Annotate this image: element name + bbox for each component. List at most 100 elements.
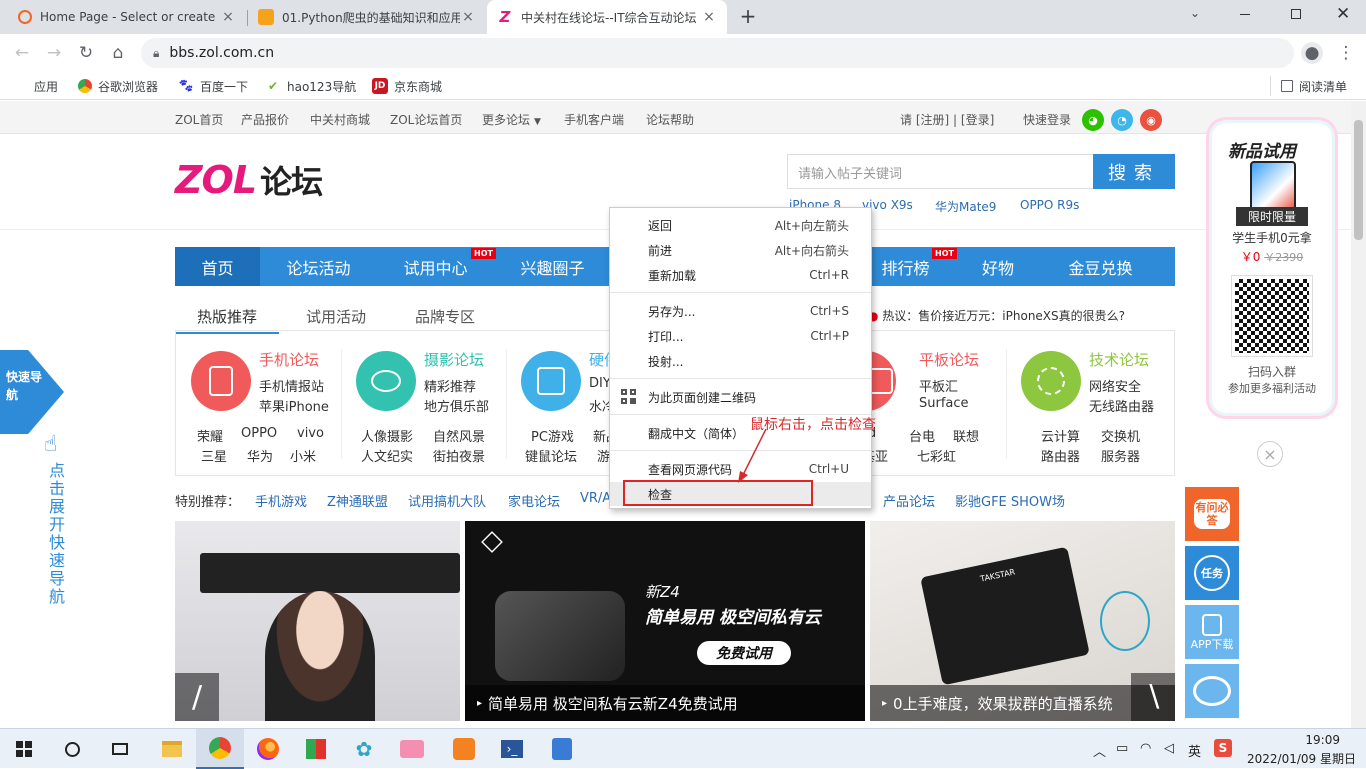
nav-good-stuff[interactable]: 好物 <box>963 247 1033 286</box>
hot-keyword[interactable]: 华为Mate9 <box>935 198 996 215</box>
forum-sub-link[interactable]: 精彩推荐 <box>424 376 476 395</box>
forum-tag-link[interactable]: 街拍夜景 <box>433 446 485 465</box>
tab-search-icon[interactable]: ⌄ <box>1190 6 1200 20</box>
close-icon[interactable]: × <box>220 9 236 25</box>
forum-title[interactable]: 技术论坛 <box>1089 349 1149 370</box>
expand-quick-nav-text[interactable]: 点击展开快速导航 <box>49 462 67 606</box>
zol-forum-logo[interactable]: ZOL 论坛 <box>175 157 323 203</box>
tab-home-page[interactable]: Home Page - Select or create × <box>8 0 246 34</box>
volume-icon[interactable]: ◁ <box>1164 741 1174 756</box>
bookmark-hao123[interactable]: ✔ hao123导航 <box>265 76 356 96</box>
nav-home[interactable]: 首页 <box>175 247 260 286</box>
phone-icon[interactable] <box>191 351 251 411</box>
clock-time[interactable]: 19:09 <box>1240 733 1340 747</box>
flower-app-taskbar-button[interactable]: ✿ <box>340 729 388 769</box>
ime-language[interactable]: 英 <box>1188 741 1201 760</box>
forum-title[interactable]: 摄影论坛 <box>424 349 484 370</box>
special-link[interactable]: 手机游戏 <box>255 491 307 510</box>
minimize-button[interactable] <box>1240 14 1250 15</box>
bookmark-chrome[interactable]: 谷歌浏览器 <box>78 76 158 96</box>
task-button[interactable]: 任务 <box>1185 546 1239 600</box>
promo-close-button[interactable]: × <box>1257 441 1283 467</box>
start-button[interactable] <box>0 729 48 769</box>
scrollbar-thumb[interactable] <box>1354 120 1363 240</box>
battery-icon[interactable]: ▭ <box>1116 741 1128 756</box>
forum-tag-link[interactable]: 小米 <box>290 446 316 465</box>
special-link[interactable]: Z神通联盟 <box>327 491 388 510</box>
tray-chevron-icon[interactable]: ︿ <box>1093 741 1106 760</box>
forum-tag-link[interactable]: 七彩虹 <box>917 446 956 465</box>
bookmark-apps[interactable]: 应用 <box>14 76 58 96</box>
topnav-more-forums[interactable]: 更多论坛 ▼ <box>482 111 541 128</box>
reload-icon[interactable]: ↻ <box>75 42 97 64</box>
address-bar[interactable]: 🔒︎ bbs.zol.com.cn <box>141 38 1294 68</box>
weibo-icon[interactable]: ◉ <box>1140 109 1162 131</box>
clock-date[interactable]: 2022/01/09 星期日 <box>1232 750 1356 767</box>
menu-item-save-as[interactable]: 另存为... Ctrl+S <box>610 299 871 323</box>
forum-tag-link[interactable]: 三星 <box>201 446 227 465</box>
menu-item-forward[interactable]: 前进 Alt+向右箭头 <box>610 238 871 262</box>
hot-keyword[interactable]: OPPO R9s <box>1020 198 1079 212</box>
topnav-help[interactable]: 论坛帮助 <box>646 111 694 128</box>
special-link[interactable]: 影驰GFE SHOW场 <box>955 491 1065 510</box>
sogou-ime-icon[interactable]: S <box>1214 739 1232 757</box>
home-icon[interactable]: ⌂ <box>107 42 129 64</box>
forum-tag-link[interactable]: 交换机 <box>1101 426 1140 445</box>
forum-tag-link[interactable]: 人文纪实 <box>361 446 413 465</box>
forward-arrow-icon[interactable]: → <box>43 42 65 64</box>
topnav-price[interactable]: 产品报价 <box>241 111 289 128</box>
bilibili-taskbar-button[interactable] <box>388 729 436 769</box>
special-link[interactable]: VR/A <box>580 491 611 506</box>
nav-forum-activity[interactable]: 论坛活动 <box>260 247 377 286</box>
pdf-taskbar-button[interactable] <box>440 729 488 769</box>
forum-tag-link[interactable]: 台电 <box>909 426 935 445</box>
new-product-trial-promo[interactable]: 新品试用 限时限量 学生手机0元拿 ￥0 ￥2390 扫码入群 参加更多福利活动 <box>1212 123 1332 413</box>
forum-tag-link[interactable]: 华为 <box>247 446 273 465</box>
forum-sub-link[interactable]: 地方俱乐部 <box>424 396 489 415</box>
search-circle-button[interactable] <box>48 729 96 769</box>
forum-tag-link[interactable]: 键鼠论坛 <box>525 446 577 465</box>
window-close-button[interactable]: ✕ <box>1336 4 1350 24</box>
forum-sub-link[interactable]: Surface <box>919 396 969 411</box>
new-tab-button[interactable]: + <box>737 5 759 27</box>
forum-tag-link[interactable]: vivo <box>297 426 324 441</box>
forum-sub-link[interactable]: 手机情报站 <box>259 376 324 395</box>
forum-tag-link[interactable]: 路由器 <box>1041 446 1080 465</box>
bookmark-jd[interactable]: JD 京东商城 <box>372 76 442 96</box>
wps-taskbar-button[interactable] <box>292 729 340 769</box>
bookmark-baidu[interactable]: 🐾︎ 百度一下 <box>178 76 248 96</box>
news-taskbar-button[interactable] <box>538 729 586 769</box>
banner-live-system[interactable]: TAKSTAR ▸ 0上手难度，效果拔群的直播系统 ∖ <box>870 521 1175 721</box>
qq-icon[interactable]: ◔ <box>1111 109 1133 131</box>
quick-nav-tab[interactable]: 快速导航 <box>0 350 64 434</box>
file-explorer-button[interactable] <box>148 729 196 769</box>
forum-tag-link[interactable]: OPPO <box>241 426 277 441</box>
task-view-button[interactable] <box>96 729 144 769</box>
chrome-taskbar-button[interactable] <box>196 729 244 769</box>
forum-tag-link[interactable]: 服务器 <box>1101 446 1140 465</box>
menu-item-print[interactable]: 打印... Ctrl+P <box>610 324 871 348</box>
weibo-side-button[interactable] <box>1185 664 1239 718</box>
ask-answer-button[interactable]: 有问必答 <box>1185 487 1239 541</box>
forum-title[interactable]: 平板论坛 <box>919 349 979 370</box>
topnav-zol-home[interactable]: ZOL首页 <box>175 111 223 128</box>
forum-sub-link[interactable]: 网络安全 <box>1089 376 1141 395</box>
gear-icon[interactable] <box>1021 351 1081 411</box>
wechat-icon[interactable]: ◕ <box>1082 109 1104 131</box>
powershell-taskbar-button[interactable]: ›_ <box>488 729 536 769</box>
special-link[interactable]: 家电论坛 <box>508 491 560 510</box>
topnav-mall[interactable]: 中关村商城 <box>310 111 370 128</box>
restore-button[interactable] <box>1291 9 1301 19</box>
forum-sub-link[interactable]: 无线路由器 <box>1089 396 1154 415</box>
hot-discussion[interactable]: ● 热议：售价接近万元：iPhoneXS真的很贵么? <box>868 307 1125 324</box>
app-download-button[interactable]: APP下载 <box>1185 605 1239 659</box>
special-link[interactable]: 产品论坛 <box>883 491 935 510</box>
profile-avatar-icon[interactable]: ● <box>1301 42 1323 64</box>
reading-list-button[interactable]: 阅读清单 <box>1270 76 1347 96</box>
menu-item-back[interactable]: 返回 Alt+向左箭头 <box>610 213 871 237</box>
carousel-next-button[interactable]: ∖ <box>1131 673 1175 721</box>
chip-icon[interactable] <box>521 351 581 411</box>
forum-tag-link[interactable]: 人像摄影 <box>361 426 413 445</box>
menu-item-reload[interactable]: 重新加载 Ctrl+R <box>610 263 871 287</box>
menu-item-cast[interactable]: 投射... <box>610 349 871 373</box>
